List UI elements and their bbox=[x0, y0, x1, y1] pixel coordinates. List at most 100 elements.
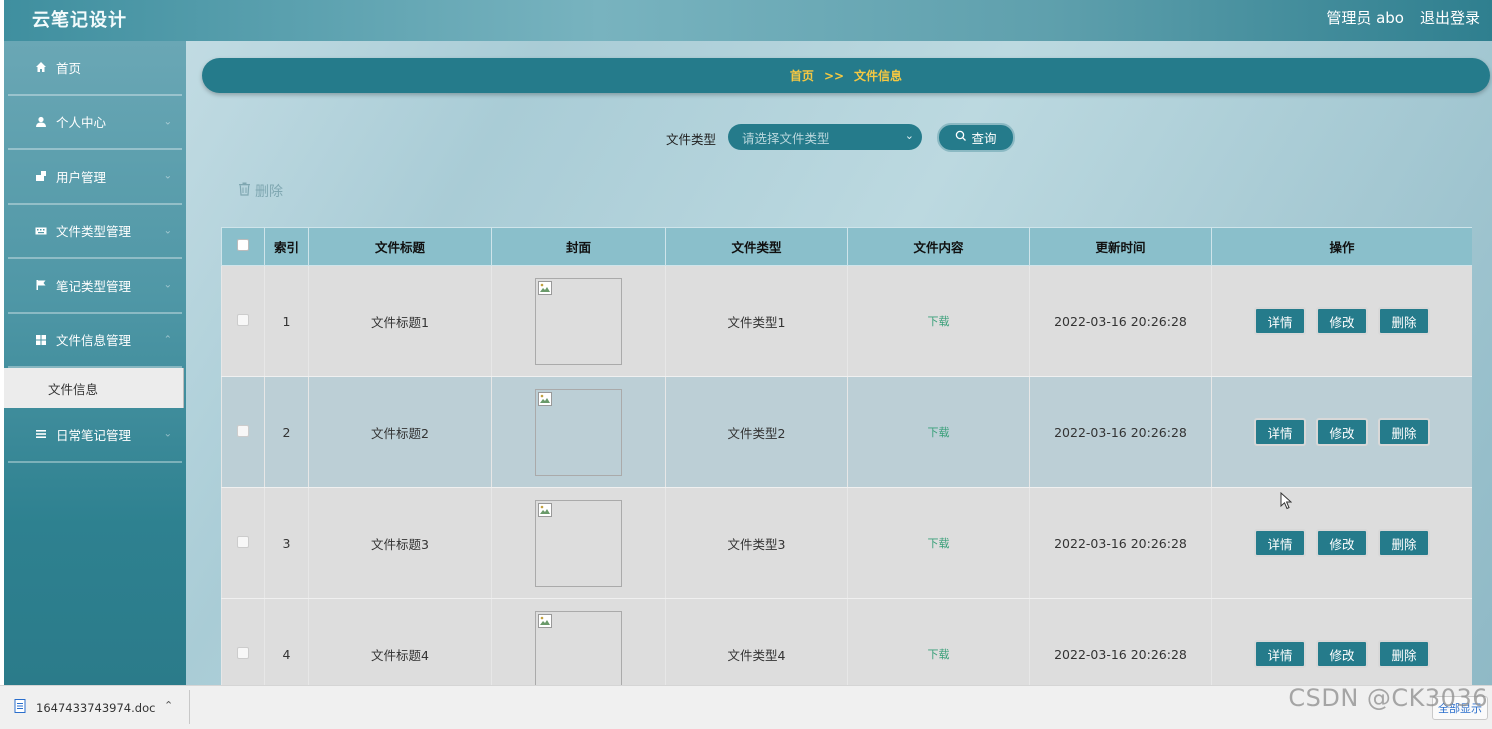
keyboard-icon bbox=[34, 224, 48, 238]
row-actions: 详情 修改 删除 bbox=[1212, 418, 1472, 446]
download-link[interactable]: 下载 bbox=[928, 648, 950, 661]
download-item[interactable]: 1647433743974.doc bbox=[14, 699, 155, 716]
column-header: 操作 bbox=[1211, 227, 1472, 266]
chevron-down-icon: ⌄ bbox=[904, 129, 914, 142]
row-time: 2022-03-16 20:26:28 bbox=[1029, 598, 1212, 685]
row-actions: 详情 修改 删除 bbox=[1212, 307, 1472, 335]
table-row: 2 文件标题2 文件类型2 下载 2022-03-16 20:26:28 详情 … bbox=[221, 376, 1472, 488]
row-checkbox[interactable] bbox=[237, 535, 249, 548]
edit-button[interactable]: 修改 bbox=[1316, 307, 1368, 335]
row-time: 2022-03-16 20:26:28 bbox=[1029, 265, 1212, 377]
sidebar-item-home[interactable]: 首页 bbox=[8, 41, 182, 96]
document-icon bbox=[14, 699, 26, 716]
row-time: 2022-03-16 20:26:28 bbox=[1029, 487, 1212, 599]
breadcrumb: 首页 >> 文件信息 bbox=[202, 58, 1490, 93]
table-header-row: 索引 文件标题 封面 文件类型 文件内容 更新时间 操作 bbox=[221, 227, 1472, 266]
sidebar-item-user-manage[interactable]: 用户管理 ⌄ bbox=[8, 150, 182, 205]
row-title: 文件标题3 bbox=[308, 487, 492, 599]
row-checkbox[interactable] bbox=[237, 424, 249, 437]
breadcrumb-current: 文件信息 bbox=[854, 69, 903, 83]
download-link[interactable]: 下载 bbox=[928, 537, 950, 550]
select-all-cell[interactable] bbox=[221, 227, 265, 266]
chevron-up-icon: ⌃ bbox=[163, 334, 172, 346]
sidebar-item-note-type-manage[interactable]: 笔记类型管理 ⌄ bbox=[8, 259, 182, 314]
delete-button[interactable]: 删除 bbox=[1378, 418, 1430, 446]
sidebar-item-daily-note-manage[interactable]: 日常笔记管理 ⌄ bbox=[8, 408, 182, 463]
trash-icon bbox=[238, 182, 251, 200]
sidebar-item-label: 首页 bbox=[56, 60, 82, 76]
download-filename: 1647433743974.doc bbox=[36, 700, 156, 715]
cover-image bbox=[535, 388, 622, 476]
row-type: 文件类型3 bbox=[665, 487, 848, 599]
grid-icon bbox=[34, 333, 48, 347]
chevron-down-icon: ⌄ bbox=[163, 116, 172, 128]
column-header: 封面 bbox=[491, 227, 666, 266]
breadcrumb-home[interactable]: 首页 bbox=[790, 67, 814, 84]
file-type-filter-label: 文件类型 bbox=[666, 132, 717, 147]
download-link[interactable]: 下载 bbox=[928, 426, 950, 439]
edit-button[interactable]: 修改 bbox=[1316, 418, 1368, 446]
row-type: 文件类型4 bbox=[665, 598, 848, 685]
download-link[interactable]: 下载 bbox=[928, 315, 950, 328]
list-icon bbox=[34, 427, 48, 441]
watermark: CSDN @CK3036 bbox=[1288, 684, 1488, 712]
broken-image-icon bbox=[538, 280, 552, 295]
detail-button[interactable]: 详情 bbox=[1254, 529, 1306, 557]
detail-button[interactable]: 详情 bbox=[1254, 640, 1306, 668]
detail-button[interactable]: 详情 bbox=[1254, 307, 1306, 335]
detail-button[interactable]: 详情 bbox=[1254, 418, 1306, 446]
sidebar-item-label: 个人中心 bbox=[56, 115, 107, 131]
sidebar-item-label: 日常笔记管理 bbox=[56, 427, 132, 443]
delete-button[interactable]: 删除 bbox=[1378, 640, 1430, 668]
row-time: 2022-03-16 20:26:28 bbox=[1029, 376, 1212, 488]
logout-link[interactable]: 退出登录 bbox=[1420, 7, 1480, 28]
file-type-select[interactable]: 请选择文件类型 ⌄ bbox=[728, 124, 922, 150]
admin-name: 管理员 abo bbox=[1326, 9, 1404, 27]
row-actions: 详情 修改 删除 bbox=[1212, 640, 1472, 668]
chevron-down-icon: ⌄ bbox=[163, 225, 172, 237]
sidebar-item-label: 用户管理 bbox=[56, 169, 107, 185]
breadcrumb-separator: >> bbox=[823, 68, 845, 83]
flag-icon bbox=[34, 278, 48, 292]
cover-image bbox=[535, 610, 622, 685]
broken-image-icon bbox=[538, 613, 552, 628]
table-row: 1 文件标题1 文件类型1 下载 2022-03-16 20:26:28 详情 … bbox=[221, 265, 1472, 377]
select-all-checkbox[interactable] bbox=[237, 239, 249, 251]
row-checkbox[interactable] bbox=[237, 313, 249, 326]
sidebar-item-file-type-manage[interactable]: 文件类型管理 ⌄ bbox=[8, 205, 182, 259]
query-button[interactable]: 查询 bbox=[937, 123, 1015, 152]
table-row: 4 文件标题4 文件类型4 下载 2022-03-16 20:26:28 详情 … bbox=[221, 598, 1472, 685]
user-manage-icon bbox=[34, 169, 48, 183]
query-button-label: 查询 bbox=[971, 131, 997, 146]
column-header: 文件内容 bbox=[847, 227, 1030, 266]
sidebar-item-label: 文件信息管理 bbox=[56, 333, 132, 349]
edit-button[interactable]: 修改 bbox=[1316, 529, 1368, 557]
row-title: 文件标题4 bbox=[308, 598, 492, 685]
edit-button[interactable]: 修改 bbox=[1316, 640, 1368, 668]
batch-delete-label: 删除 bbox=[255, 184, 283, 200]
divider bbox=[189, 690, 190, 724]
batch-delete-button[interactable]: 删除 bbox=[238, 181, 283, 201]
delete-button[interactable]: 删除 bbox=[1378, 307, 1430, 335]
column-header: 更新时间 bbox=[1029, 227, 1212, 266]
delete-button[interactable]: 删除 bbox=[1378, 529, 1430, 557]
search-icon bbox=[955, 130, 967, 145]
broken-image-icon bbox=[538, 502, 552, 517]
select-placeholder: 请选择文件类型 bbox=[742, 130, 830, 146]
row-actions: 详情 修改 删除 bbox=[1212, 529, 1472, 557]
chevron-up-icon[interactable]: ⌃ bbox=[164, 699, 173, 712]
chevron-down-icon: ⌄ bbox=[163, 279, 172, 291]
row-type: 文件类型1 bbox=[665, 265, 848, 377]
row-title: 文件标题2 bbox=[308, 376, 492, 488]
app-frame: 云笔记设计 管理员 abo 退出登录 首页 个人中心 ⌄ 用户管理 ⌄ 文件类型… bbox=[4, 0, 1492, 685]
sidebar-item-file-info-manage[interactable]: 文件信息管理 ⌃ bbox=[8, 314, 182, 368]
cover-image bbox=[535, 277, 622, 365]
top-header: 云笔记设计 管理员 abo 退出登录 bbox=[4, 0, 1492, 41]
row-checkbox[interactable] bbox=[237, 646, 249, 659]
app-title: 云笔记设计 bbox=[32, 10, 127, 31]
file-table: 索引 文件标题 封面 文件类型 文件内容 更新时间 操作 1 文件标题1 文件类… bbox=[221, 227, 1472, 685]
sidebar-item-personal-center[interactable]: 个人中心 ⌄ bbox=[8, 96, 182, 150]
sidebar-subitem-file-info[interactable]: 文件信息 bbox=[4, 368, 184, 408]
row-type: 文件类型2 bbox=[665, 376, 848, 488]
mouse-cursor-icon bbox=[1280, 492, 1292, 510]
